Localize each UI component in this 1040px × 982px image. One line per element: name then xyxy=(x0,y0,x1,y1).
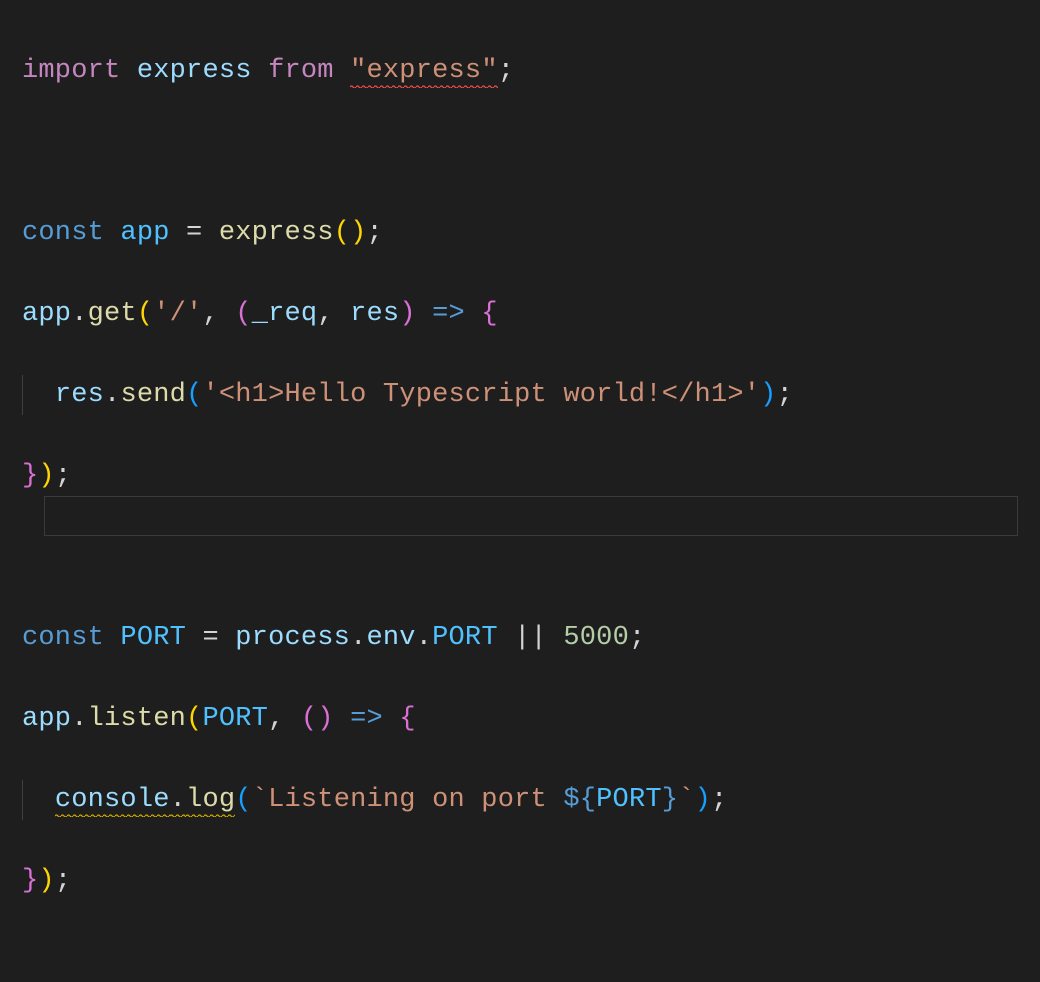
arrow: => xyxy=(350,704,383,734)
paren-open: ( xyxy=(235,785,251,815)
semicolon: ; xyxy=(711,785,727,815)
arrow: => xyxy=(432,299,465,329)
keyword-const: const xyxy=(22,623,104,653)
keyword-import: import xyxy=(22,56,120,86)
dot: . xyxy=(170,785,186,817)
active-line-highlight xyxy=(44,496,1018,536)
paren-open: ( xyxy=(137,299,153,329)
code-line[interactable]: res.send('<h1>Hello Typescript world!</h… xyxy=(22,375,1040,416)
identifier-port: PORT xyxy=(202,704,268,734)
method-listen: listen xyxy=(88,704,186,734)
paren-close: ) xyxy=(399,299,415,329)
dot: . xyxy=(104,380,120,410)
comma: , xyxy=(268,704,284,734)
param-req: _req xyxy=(252,299,318,329)
dot: . xyxy=(416,623,432,653)
dot: . xyxy=(71,704,87,734)
code-line-empty[interactable] xyxy=(22,537,1040,578)
code-line-empty[interactable] xyxy=(22,132,1040,173)
string-route: '/' xyxy=(153,299,202,329)
equals: = xyxy=(202,623,218,653)
operator-or: || xyxy=(514,623,547,653)
identifier-app: app xyxy=(22,299,71,329)
dot: . xyxy=(350,623,366,653)
code-editor[interactable]: import express from "express"; const app… xyxy=(22,10,1040,982)
semicolon: ; xyxy=(55,461,71,491)
template-interp-close: } xyxy=(662,785,678,815)
identifier-port: PORT xyxy=(596,785,662,815)
paren-open: ( xyxy=(301,704,317,734)
semicolon: ; xyxy=(498,56,514,86)
code-line[interactable]: console.log(`Listening on port ${PORT}`)… xyxy=(22,780,1040,821)
code-line[interactable]: }); xyxy=(22,861,1040,902)
method-get: get xyxy=(88,299,137,329)
keyword-const: const xyxy=(22,218,104,248)
call-express: express xyxy=(219,218,334,248)
paren-close: ) xyxy=(695,785,711,815)
identifier-env: env xyxy=(367,623,416,653)
comma: , xyxy=(202,299,218,329)
code-line[interactable]: const app = express(); xyxy=(22,213,1040,254)
identifier-process: process xyxy=(235,623,350,653)
method-log: log xyxy=(186,785,235,817)
brace-open: { xyxy=(399,704,415,734)
identifier-res: res xyxy=(55,380,104,410)
code-line[interactable]: app.listen(PORT, () => { xyxy=(22,699,1040,740)
brace-close: } xyxy=(22,461,38,491)
identifier-port-env: PORT xyxy=(432,623,498,653)
paren-close: ) xyxy=(38,461,54,491)
method-send: send xyxy=(120,380,186,410)
comma: , xyxy=(317,299,333,329)
semicolon: ; xyxy=(777,380,793,410)
template-interp-open: ${ xyxy=(563,785,596,815)
param-res: res xyxy=(350,299,399,329)
parens: () xyxy=(334,218,367,248)
identifier-express: express xyxy=(137,56,252,86)
paren-open: ( xyxy=(186,380,202,410)
brace-open: { xyxy=(481,299,497,329)
code-line[interactable]: }); xyxy=(22,456,1040,497)
semicolon: ; xyxy=(55,866,71,896)
paren-open: ( xyxy=(186,704,202,734)
code-line[interactable]: app.get('/', (_req, res) => { xyxy=(22,294,1040,335)
equals: = xyxy=(186,218,202,248)
identifier-app: app xyxy=(120,218,169,248)
template-close: ` xyxy=(678,785,694,815)
identifier-port: PORT xyxy=(120,623,186,653)
string-express-module: "express" xyxy=(350,56,498,88)
identifier-console: console xyxy=(55,785,170,817)
dot: . xyxy=(71,299,87,329)
code-line[interactable]: import express from "express"; xyxy=(22,51,1040,92)
paren-close: ) xyxy=(38,866,54,896)
semicolon: ; xyxy=(629,623,645,653)
keyword-from: from xyxy=(268,56,334,86)
identifier-app: app xyxy=(22,704,71,734)
template-open: ` xyxy=(252,785,268,815)
string-html: '<h1>Hello Typescript world!</h1>' xyxy=(202,380,760,410)
semicolon: ; xyxy=(367,218,383,248)
code-line[interactable]: const PORT = process.env.PORT || 5000; xyxy=(22,618,1040,659)
paren-open: ( xyxy=(235,299,251,329)
paren-close: ) xyxy=(317,704,333,734)
paren-close: ) xyxy=(760,380,776,410)
number-5000: 5000 xyxy=(563,623,629,653)
brace-close: } xyxy=(22,866,38,896)
template-text: Listening on port xyxy=(268,785,563,815)
